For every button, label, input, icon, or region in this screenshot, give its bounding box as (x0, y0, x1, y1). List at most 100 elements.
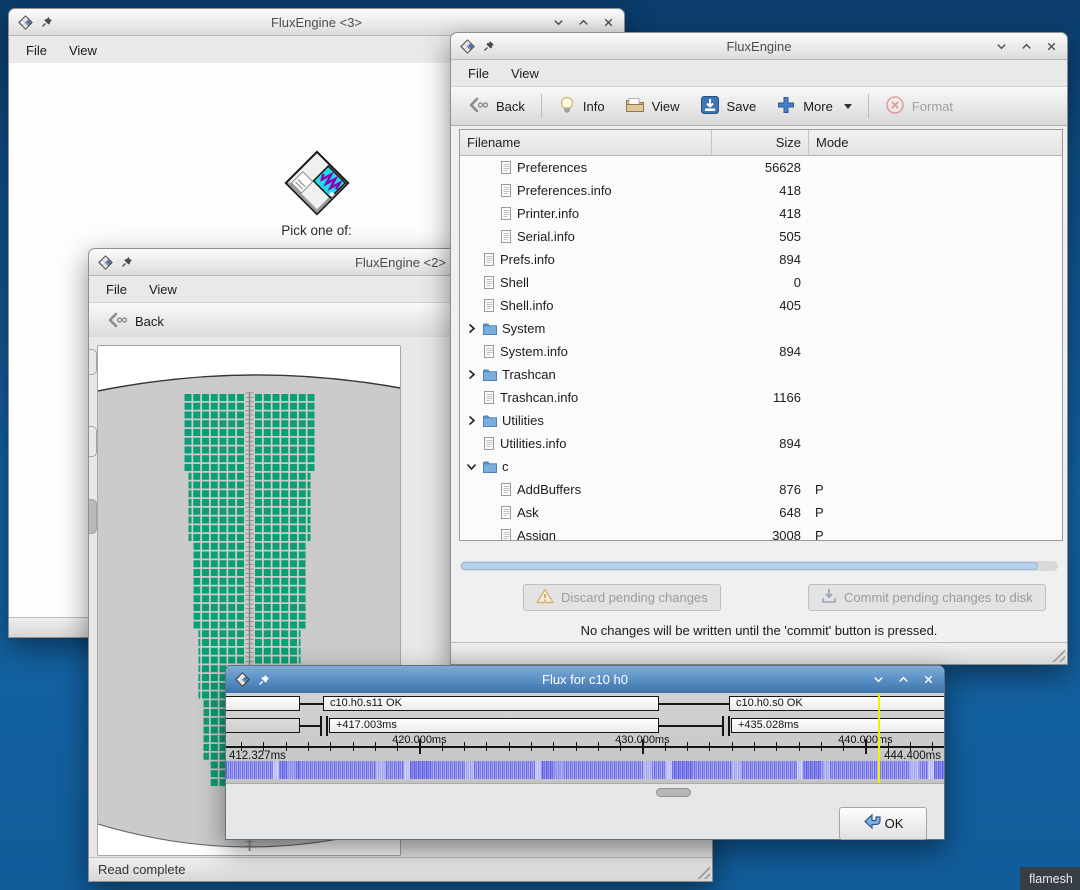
pin-icon[interactable] (483, 40, 495, 52)
minor-tick (464, 742, 465, 751)
status-bar (451, 642, 1067, 664)
info-button[interactable]: Info (549, 90, 614, 123)
table-row[interactable]: Prefs.info894 (460, 248, 1062, 271)
expand-arrow-icon[interactable] (464, 415, 478, 426)
filename-cell: Assign (460, 528, 712, 541)
filename-cell: Printer.info (460, 206, 712, 221)
size-cell: 56628 (712, 160, 809, 175)
horizontal-scrollbar[interactable] (460, 561, 1058, 571)
menu-view[interactable]: View (58, 40, 108, 61)
table-row[interactable]: Assign3008P (460, 524, 1062, 541)
size-cell: 876 (712, 482, 809, 497)
toolbar: Back Info View Save More Format (451, 87, 1067, 126)
maximize-button[interactable] (577, 16, 590, 29)
pin-icon[interactable] (41, 16, 53, 28)
minor-tick (442, 742, 443, 751)
save-button[interactable]: Save (691, 90, 766, 123)
table-row[interactable]: System (460, 317, 1062, 340)
maximize-button[interactable] (897, 673, 910, 686)
size-cell: 418 (712, 183, 809, 198)
minimize-button[interactable] (552, 16, 565, 29)
minimize-button[interactable] (872, 673, 885, 686)
fluxengine-logo-icon (235, 672, 250, 687)
menu-view[interactable]: View (500, 63, 550, 84)
close-button[interactable] (602, 16, 615, 29)
close-button[interactable] (922, 673, 935, 686)
pin-icon[interactable] (121, 256, 133, 268)
file-icon (483, 253, 495, 266)
ok-button[interactable]: OK (839, 807, 927, 840)
expand-arrow-icon[interactable] (464, 323, 478, 334)
format-button[interactable]: Format (876, 90, 962, 123)
back-label: Back (135, 314, 164, 329)
table-row[interactable]: c (460, 455, 1062, 478)
table-row[interactable]: Preferences.info 418 (460, 179, 1062, 202)
size-cell: 418 (712, 206, 809, 221)
column-size[interactable]: Size (712, 130, 809, 155)
menu-view[interactable]: View (138, 279, 188, 300)
table-row[interactable]: Printer.info 418 (460, 202, 1062, 225)
minor-tick (375, 742, 376, 751)
column-mode[interactable]: Mode (809, 130, 1062, 155)
collapse-arrow-icon[interactable] (464, 461, 478, 472)
filename-text: System.info (500, 344, 568, 359)
scrollbar-thumb[interactable] (461, 562, 1038, 570)
window-fluxengine-main: FluxEngine File View Back Info View Save (450, 32, 1068, 665)
flux-graph[interactable]: c10.h0.s11 OK c10.h0.s0 OK +417.003ms +4… (226, 693, 944, 783)
titlebar[interactable]: Flux for c10 h0 (226, 666, 944, 694)
filename-cell: Shell (460, 275, 712, 290)
table-row[interactable]: Serial.info505 (460, 225, 1062, 248)
filename-text: Preferences.info (517, 183, 612, 198)
minor-tick (308, 742, 309, 751)
table-row[interactable]: Trashcan (460, 363, 1062, 386)
menu-file[interactable]: File (95, 279, 138, 300)
minor-tick (553, 742, 554, 751)
resize-grip[interactable] (695, 864, 710, 879)
fluxengine-logo-icon (98, 255, 113, 270)
minor-tick (799, 742, 800, 751)
file-icon (483, 391, 495, 404)
flux-bottom-panel: OK (226, 783, 944, 839)
pin-icon[interactable] (258, 674, 270, 686)
menu-file[interactable]: File (457, 63, 500, 84)
filename-text: Printer.info (517, 206, 579, 221)
menu-file[interactable]: File (15, 40, 58, 61)
scrollbar-handle[interactable] (656, 788, 691, 797)
back-button[interactable]: Back (458, 90, 534, 123)
titlebar[interactable]: FluxEngine (451, 33, 1067, 60)
table-row[interactable]: AddBuffers876P (460, 478, 1062, 501)
table-row[interactable]: Utilities (460, 409, 1062, 432)
back-button[interactable]: Back (97, 305, 173, 338)
connector-line (300, 703, 323, 705)
commit-changes-button[interactable]: Commit pending changes to disk (808, 584, 1046, 611)
flux-density-strip (226, 761, 944, 779)
maximize-button[interactable] (1020, 40, 1033, 53)
view-button[interactable]: View (616, 91, 689, 122)
discard-changes-button[interactable]: Discard pending changes (523, 584, 721, 611)
more-button[interactable]: More (767, 90, 861, 123)
minor-tick (665, 742, 666, 751)
filename-text: Trashcan (502, 367, 556, 382)
plus-icon (776, 95, 796, 118)
partial-control (89, 499, 97, 534)
commit-note: No changes will be written until the 'co… (451, 623, 1067, 638)
table-row[interactable]: Ask648P (460, 501, 1062, 524)
table-row[interactable]: Shell.info405 (460, 294, 1062, 317)
filename-text: Utilities (502, 413, 544, 428)
minor-tick (353, 742, 354, 751)
close-button[interactable] (1045, 40, 1058, 53)
column-filename[interactable]: Filename (460, 130, 712, 155)
table-row[interactable]: Trashcan.info1166 (460, 386, 1062, 409)
table-row[interactable]: Utilities.info894 (460, 432, 1062, 455)
table-row[interactable]: Shell0 (460, 271, 1062, 294)
filename-cell: Preferences (460, 160, 712, 175)
table-row[interactable]: Preferences56628 (460, 156, 1062, 179)
resize-grip[interactable] (1050, 647, 1065, 662)
filename-cell: Preferences.info (460, 183, 712, 198)
table-row[interactable]: System.info894 (460, 340, 1062, 363)
expand-arrow-icon[interactable] (464, 369, 478, 380)
timing-bracket (722, 716, 730, 736)
size-cell: 894 (712, 252, 809, 267)
minimize-button[interactable] (995, 40, 1008, 53)
file-table[interactable]: Filename Size Mode Preferences56628Prefe… (459, 129, 1063, 541)
